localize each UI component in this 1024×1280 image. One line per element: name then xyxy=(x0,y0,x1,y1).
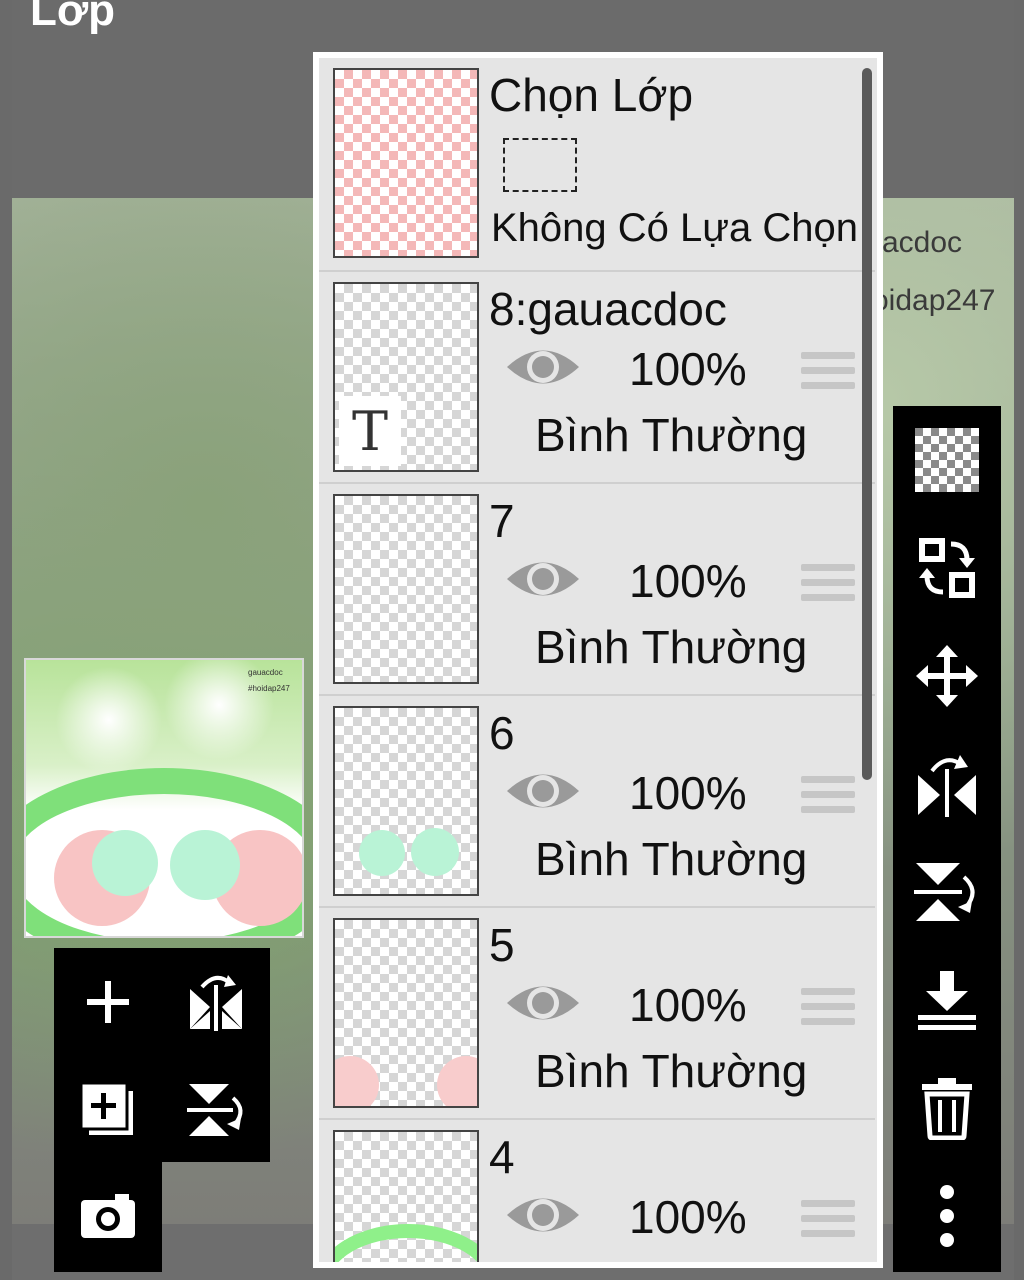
layers-scrollbar[interactable] xyxy=(862,68,872,780)
eye-icon[interactable] xyxy=(505,342,581,392)
selection-rect-icon xyxy=(503,138,577,192)
move-arrows-icon xyxy=(916,645,978,707)
layer-opacity[interactable]: 100% xyxy=(629,978,747,1032)
selection-status: Không Có Lựa Chọn xyxy=(491,206,859,250)
flip-horizontal-button[interactable] xyxy=(162,948,270,1056)
drag-handle-icon[interactable] xyxy=(801,988,855,1033)
layer-blend-mode[interactable]: Bình Thường xyxy=(535,620,807,674)
layers-panel: Chọn Lớp Không Có Lựa Chọn T 8:gauacdoc … xyxy=(313,52,883,1268)
camera-icon xyxy=(81,1194,135,1238)
left-edge xyxy=(0,0,12,1280)
layer-row[interactable]: 6 100% Bình Thường xyxy=(319,694,875,906)
flip-vertical-icon xyxy=(914,863,975,921)
layer-thumbnail xyxy=(333,706,479,896)
layer-row[interactable]: 4 100% xyxy=(319,1118,875,1262)
mint-circle-right xyxy=(411,828,459,876)
flip-horizontal-button[interactable] xyxy=(893,730,1001,838)
drag-handle-icon[interactable] xyxy=(801,1200,855,1245)
layer-name: 7 xyxy=(489,495,515,547)
layer-name: 5 xyxy=(489,919,515,971)
layers-list: Chọn Lớp Không Có Lựa Chọn T 8:gauacdoc … xyxy=(319,58,877,1262)
merge-down-button[interactable] xyxy=(893,946,1001,1054)
plus-icon xyxy=(87,981,129,1023)
left-toolbar-bottom xyxy=(54,1162,162,1272)
drag-handle-icon[interactable] xyxy=(801,776,855,821)
right-toolbar xyxy=(893,406,1001,1272)
layer-name: 8:gauacdoc xyxy=(489,283,727,335)
layer-thumbnail xyxy=(333,1130,479,1262)
swap-layers-button[interactable] xyxy=(893,514,1001,622)
layer-row[interactable]: 7 100% Bình Thường xyxy=(319,482,875,694)
pink-circle-left xyxy=(335,1056,379,1106)
selection-layer-row[interactable]: Chọn Lớp Không Có Lựa Chọn xyxy=(319,58,875,270)
layer-thumbnail xyxy=(333,918,479,1108)
eye-icon[interactable] xyxy=(505,978,581,1028)
green-arch xyxy=(335,1224,477,1262)
canvas-preview[interactable]: gauacdoc #hoidap247 xyxy=(24,658,304,938)
more-vertical-icon xyxy=(940,1185,954,1247)
camera-button[interactable] xyxy=(54,1162,162,1270)
copy-layer-icon xyxy=(79,1081,133,1135)
layer-row[interactable]: 5 100% Bình Thường xyxy=(319,906,875,1118)
preview-text-1: gauacdoc xyxy=(248,668,283,677)
eye-icon[interactable] xyxy=(505,766,581,816)
add-layer-copy-button[interactable] xyxy=(54,1056,162,1164)
flip-vertical-icon xyxy=(187,1084,243,1136)
eye-icon[interactable] xyxy=(505,1190,581,1240)
drag-handle-icon[interactable] xyxy=(801,564,855,609)
layer-opacity[interactable]: 100% xyxy=(629,1190,747,1244)
layer-blend-mode[interactable]: Bình Thường xyxy=(535,408,807,462)
swap-icon xyxy=(919,538,975,598)
checkerboard-icon xyxy=(915,428,979,492)
add-layer-button[interactable] xyxy=(54,948,162,1056)
layer-blend-mode[interactable]: Bình Thường xyxy=(535,832,807,886)
canvas-text-2: oidap247 xyxy=(872,284,996,317)
layer-thumbnail xyxy=(333,494,479,684)
preview-mint-circle-right xyxy=(170,830,240,900)
right-edge xyxy=(1014,0,1024,1280)
merge-down-icon xyxy=(918,971,976,1030)
layer-opacity[interactable]: 100% xyxy=(629,554,747,608)
drag-handle-icon[interactable] xyxy=(801,352,855,397)
layer-blend-mode[interactable]: Bình Thường xyxy=(535,1044,807,1098)
selection-thumbnail xyxy=(333,68,479,258)
flip-vertical-button[interactable] xyxy=(162,1056,270,1164)
preview-text-2: #hoidap247 xyxy=(248,684,290,693)
text-layer-icon: T xyxy=(339,396,401,466)
layer-opacity[interactable]: 100% xyxy=(629,766,747,820)
eye-icon[interactable] xyxy=(505,554,581,604)
move-button[interactable] xyxy=(893,622,1001,730)
preview-mint-circle-left xyxy=(92,830,158,896)
left-toolbar xyxy=(54,948,270,1162)
layer-name: 4 xyxy=(489,1131,515,1183)
more-button[interactable] xyxy=(893,1162,1001,1270)
flip-vertical-button[interactable] xyxy=(893,838,1001,946)
layer-name: 6 xyxy=(489,707,515,759)
selection-title: Chọn Lớp xyxy=(489,69,694,121)
layer-row[interactable]: T 8:gauacdoc 100% Bình Thường xyxy=(319,270,875,482)
canvas-text-1: acdoc xyxy=(882,226,963,259)
page-title: Lớp xyxy=(30,0,116,35)
mint-circle-left xyxy=(359,830,405,876)
flip-horizontal-icon xyxy=(190,975,242,1031)
pink-circle-right xyxy=(437,1056,477,1106)
layer-thumbnail: T xyxy=(333,282,479,472)
layer-opacity[interactable]: 100% xyxy=(629,342,747,396)
transparency-button[interactable] xyxy=(893,406,1001,514)
delete-button[interactable] xyxy=(893,1054,1001,1162)
flip-horizontal-icon xyxy=(918,755,976,817)
trash-icon xyxy=(922,1078,972,1140)
